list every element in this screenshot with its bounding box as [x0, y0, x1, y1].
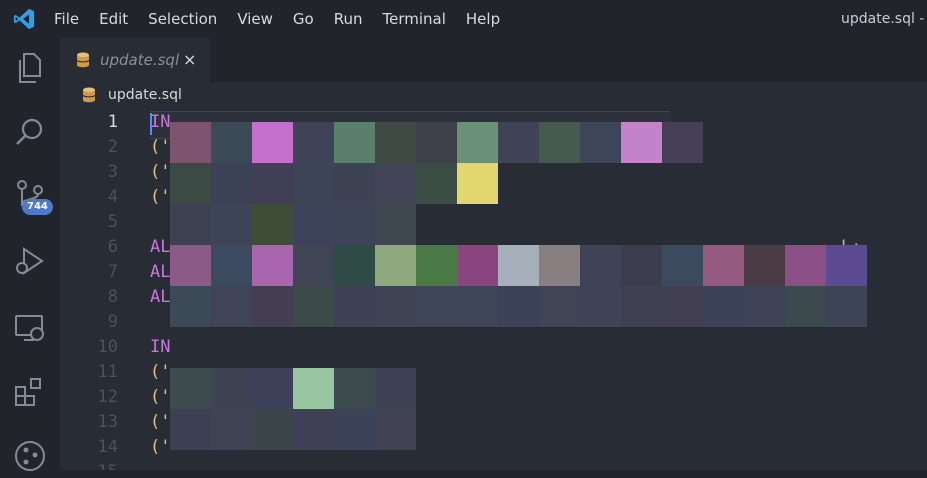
run-debug-icon — [16, 247, 44, 275]
menu-selection[interactable]: Selection — [138, 0, 227, 38]
pixelated-region — [170, 245, 867, 286]
tab-label: update.sql — [100, 51, 180, 69]
breadcrumb: update.sql — [60, 82, 927, 108]
line-number: 5 — [107, 212, 118, 232]
close-icon[interactable]: × — [183, 38, 196, 82]
tab-update-sql[interactable]: update.sql × — [60, 38, 210, 82]
menu-file[interactable]: File — [44, 0, 89, 38]
menu-terminal[interactable]: Terminal — [373, 0, 456, 38]
source-control-badge: 744 — [22, 199, 53, 215]
window-title: update.sql - v — [841, 11, 927, 27]
line-number: 3 — [107, 162, 118, 182]
run-debug-button[interactable] — [12, 243, 48, 279]
vscode-logo-icon — [13, 8, 35, 30]
menu-bar: File Edit Selection View Go Run Terminal… — [44, 0, 510, 38]
code-fragment: (' — [150, 137, 171, 157]
line-number: 4 — [107, 187, 118, 207]
code-editor[interactable]: 123456789101112131415 IN('('('ALALALIN('… — [60, 108, 927, 470]
line-number: 7 — [107, 262, 118, 282]
line-number: 15 — [60, 462, 118, 470]
code-fragment: AL — [150, 237, 171, 257]
code-fragment: (' — [150, 387, 171, 407]
window-title-container: update.sql - v — [835, 0, 927, 38]
menu-edit[interactable]: Edit — [89, 0, 138, 38]
git-graph-icon — [15, 441, 45, 471]
code-fragment: AL — [150, 287, 171, 307]
extensions-button[interactable] — [12, 375, 48, 411]
remote-explorer-icon — [15, 315, 44, 341]
line-number: 14 — [97, 437, 118, 457]
files-icon — [19, 53, 41, 83]
breadcrumb-file[interactable]: update.sql — [108, 82, 182, 108]
git-graph-button[interactable] — [12, 438, 48, 474]
search-button[interactable] — [12, 115, 48, 151]
extensions-icon — [15, 378, 41, 406]
code-fragment: IN — [150, 112, 171, 132]
menu-help[interactable]: Help — [456, 0, 510, 38]
explorer-button[interactable] — [12, 50, 48, 86]
title-bar: File Edit Selection View Go Run Terminal… — [0, 0, 927, 38]
line-number: 13 — [97, 412, 118, 432]
code-fragment: (' — [150, 412, 171, 432]
activity-bar: 744 — [0, 38, 60, 471]
menu-go[interactable]: Go — [283, 0, 324, 38]
pixelated-region — [170, 122, 703, 163]
line-number: 6 — [107, 237, 118, 257]
line-number: 11 — [97, 362, 118, 382]
database-icon — [76, 52, 90, 68]
pixelated-region — [170, 286, 867, 327]
search-icon — [16, 118, 43, 145]
line-number: 12 — [97, 387, 118, 407]
line-number: 9 — [107, 312, 118, 332]
code-fragment: (' — [150, 362, 171, 382]
line-number: 10 — [97, 337, 118, 357]
pixelated-region — [170, 368, 416, 450]
menu-run[interactable]: Run — [324, 0, 373, 38]
remote-explorer-button[interactable] — [12, 310, 48, 346]
code-fragment: AL — [150, 262, 171, 282]
line-number: 8 — [107, 287, 118, 307]
database-icon — [82, 87, 96, 103]
pixelated-region — [170, 204, 416, 245]
line-number: 1 — [107, 112, 118, 132]
code-fragment: (' — [150, 187, 171, 207]
line-number: 2 — [107, 137, 118, 157]
code-fragment: (' — [150, 162, 171, 182]
menu-view[interactable]: View — [227, 0, 283, 38]
pixelated-region — [170, 163, 498, 204]
code-fragment: IN — [150, 337, 171, 357]
code-fragment: (' — [150, 437, 171, 457]
